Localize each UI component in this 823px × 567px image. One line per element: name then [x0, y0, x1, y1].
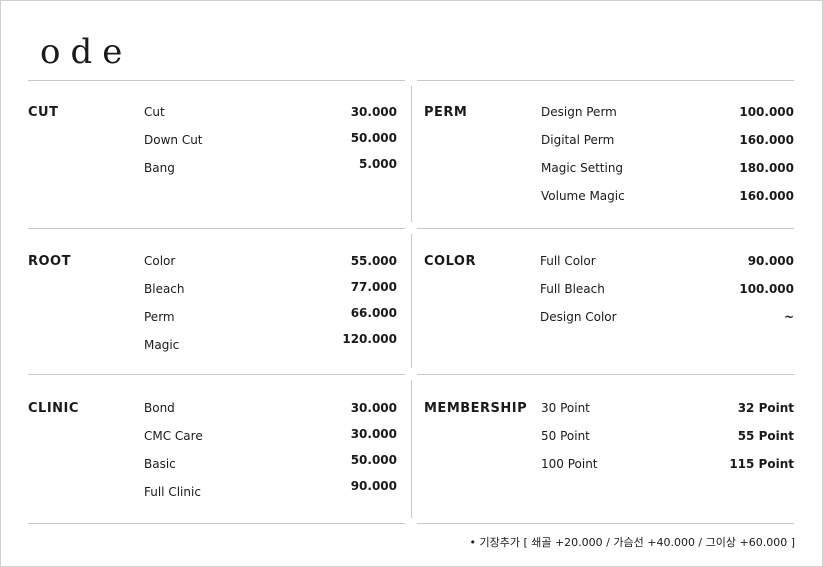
- menu-item-price: 55.000: [350, 254, 397, 268]
- column-divider: [411, 380, 412, 518]
- divider: [28, 80, 405, 81]
- length-surcharge-note: • 기장추가 [ 쇄골 +20.000 / 가슴선 +40.000 / 그이상 …: [469, 536, 795, 549]
- menu-item-price: 50.000: [350, 453, 397, 467]
- menu-item-name: Cut: [144, 105, 165, 119]
- divider: [417, 523, 794, 524]
- section-title-cut: CUT: [28, 105, 59, 120]
- menu-item-price: 66.000: [350, 306, 397, 320]
- section-title-root: ROOT: [28, 254, 71, 269]
- divider: [417, 374, 794, 375]
- menu-item-price: 90.000: [747, 254, 794, 268]
- menu-item-price: 120.000: [342, 332, 397, 346]
- menu-item-name: Full Bleach: [540, 282, 605, 296]
- divider: [28, 228, 405, 229]
- menu-item-price: 50.000: [350, 131, 397, 145]
- divider: [417, 228, 794, 229]
- menu-item-price: 32 Point: [737, 401, 794, 415]
- column-divider: [411, 234, 412, 368]
- divider: [417, 80, 794, 81]
- menu-item-price: 90.000: [350, 479, 397, 493]
- menu-item-price: 30.000: [350, 105, 397, 119]
- menu-item-price: 100.000: [739, 105, 794, 119]
- menu-item-price: 77.000: [350, 280, 397, 294]
- menu-item-name: Full Clinic: [144, 485, 201, 499]
- menu-item-name: Volume Magic: [541, 189, 625, 203]
- menu-item-price: 30.000: [350, 427, 397, 441]
- menu-item-name: Full Color: [540, 254, 596, 268]
- menu-item-name: Perm: [144, 310, 175, 324]
- section-title-clinic: CLINIC: [28, 401, 79, 416]
- menu-item-name: Basic: [144, 457, 176, 471]
- menu-item-name: Magic Setting: [541, 161, 624, 175]
- menu-item-price: 115 Point: [729, 457, 794, 471]
- menu-item-price: 55 Point: [737, 429, 794, 443]
- menu-item-name: Bleach: [144, 282, 185, 296]
- divider: [28, 374, 405, 375]
- menu-item-price: 100.000: [739, 282, 794, 296]
- menu-item-name: Bang: [144, 161, 175, 175]
- brand-logo: ode: [40, 32, 133, 72]
- menu-item-price: 180.000: [739, 161, 794, 175]
- divider: [28, 523, 405, 524]
- menu-item-price: ~: [783, 310, 794, 324]
- menu-item-name: Magic: [144, 338, 180, 352]
- menu-item-name: 30 Point: [541, 401, 590, 415]
- menu-item-price: 30.000: [350, 401, 397, 415]
- section-title-perm: PERM: [424, 105, 468, 120]
- column-divider: [411, 86, 412, 222]
- menu-item-price: 160.000: [739, 133, 794, 147]
- menu-item-name: CMC Care: [144, 429, 203, 443]
- menu-item-name: Color: [144, 254, 176, 268]
- menu-item-name: Design Color: [540, 310, 617, 324]
- menu-item-name: Design Perm: [541, 105, 617, 119]
- menu-item-price: 160.000: [739, 189, 794, 203]
- menu-item-name: 100 Point: [541, 457, 598, 471]
- section-title-membership: MEMBERSHIP: [424, 401, 528, 416]
- menu-item-name: Down Cut: [144, 133, 203, 147]
- section-title-color: COLOR: [424, 254, 476, 269]
- menu-item-price: 5.000: [359, 157, 397, 171]
- menu-item-name: Digital Perm: [541, 133, 615, 147]
- menu-item-name: 50 Point: [541, 429, 590, 443]
- menu-item-name: Bond: [144, 401, 175, 415]
